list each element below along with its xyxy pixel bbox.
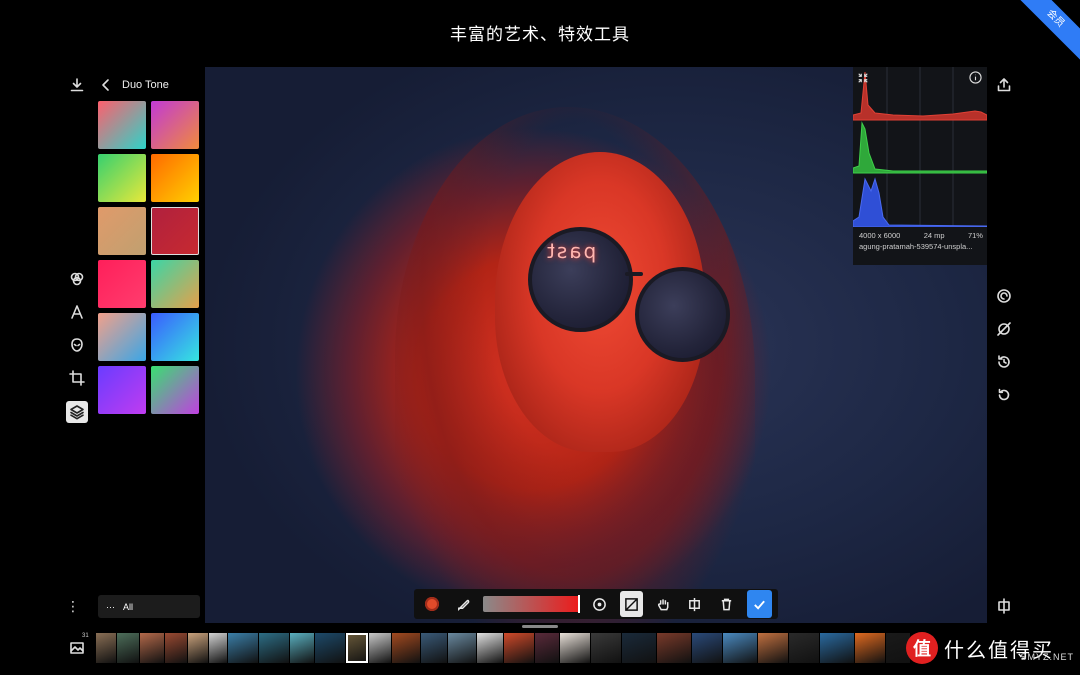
apply-button[interactable] (746, 590, 773, 618)
duotone-swatch[interactable] (151, 154, 199, 202)
filmstrip-thumbnail[interactable] (591, 633, 621, 663)
histogram-panel: 4000 x 6000 24 mp 71% agung-pratamah-539… (853, 67, 987, 265)
right-toolbar (992, 74, 1016, 624)
filmstrip-thumbnail[interactable] (346, 633, 368, 663)
duotone-swatch[interactable] (151, 260, 199, 308)
hand-icon (657, 598, 669, 610)
mask-icon[interactable] (66, 334, 88, 356)
split-icon (689, 597, 701, 611)
gallery-count: 31 (82, 633, 89, 639)
chevron-left-icon[interactable] (98, 74, 114, 96)
crop-icon[interactable] (66, 367, 88, 389)
duotone-swatch[interactable] (151, 366, 199, 414)
invert-mask-button[interactable] (619, 591, 644, 617)
glasses-bridge (625, 272, 643, 276)
watermark-site: SMYZ.NET (1020, 652, 1074, 662)
filmstrip-thumbnail[interactable] (622, 633, 656, 663)
filmstrip-thumbnail[interactable] (188, 633, 208, 663)
undo-icon[interactable] (993, 384, 1015, 406)
filmstrip-thumbnail[interactable] (315, 633, 345, 663)
histogram-meta: 4000 x 6000 24 mp 71% agung-pratamah-539… (859, 230, 983, 252)
target-button[interactable] (588, 591, 612, 617)
filmstrip-thumbnail[interactable] (723, 633, 757, 663)
filmstrip-thumbnail[interactable] (535, 633, 559, 663)
hand-button[interactable] (651, 591, 675, 617)
duotone-swatch[interactable] (98, 154, 146, 202)
duotone-panel: Duo Tone ··· All (98, 74, 202, 624)
swatch-grid (98, 101, 202, 414)
info-icon[interactable] (969, 71, 983, 85)
filmstrip-thumbnail[interactable] (657, 633, 691, 663)
file-name: agung-pratamah-539574-unspla... (859, 242, 973, 251)
histogram-chart (853, 67, 987, 227)
scroll-indicator[interactable] (522, 625, 558, 628)
feather-button[interactable] (452, 591, 476, 617)
filmstrip-thumbnail[interactable] (789, 633, 819, 663)
filmstrip-thumbnail[interactable] (855, 633, 885, 663)
check-icon (753, 600, 765, 610)
shrink-icon[interactable] (857, 71, 871, 85)
mask-toolbar (414, 589, 778, 619)
duotone-swatch[interactable] (151, 101, 199, 149)
neon-reflection: past (545, 239, 597, 263)
duotone-swatch[interactable] (98, 260, 146, 308)
history-icon[interactable] (993, 351, 1015, 373)
delete-button[interactable] (715, 591, 739, 617)
filmstrip-thumbnail[interactable] (96, 633, 116, 663)
brush-settings-icon (424, 597, 439, 611)
image-megapixels: 24 mp (923, 231, 945, 240)
panel-title: Duo Tone (122, 79, 169, 91)
filmstrip-thumbnail[interactable] (392, 633, 420, 663)
filter-label: All (123, 601, 134, 612)
filmstrip-thumbnail[interactable] (369, 633, 391, 663)
filmstrip-thumbnail[interactable] (259, 633, 289, 663)
duotone-swatch[interactable] (98, 207, 146, 255)
filmstrip-thumbnail[interactable] (209, 633, 227, 663)
download-icon[interactable] (66, 74, 88, 96)
duotone-swatch[interactable] (98, 101, 146, 149)
filmstrip-thumbnail[interactable] (421, 633, 447, 663)
text-icon[interactable] (66, 301, 88, 323)
zoom-level: 71% (967, 231, 983, 240)
duotone-swatch[interactable] (98, 366, 146, 414)
filmstrip-thumbnail[interactable] (117, 633, 139, 663)
filmstrip-thumbnail[interactable] (448, 633, 476, 663)
gallery-icon[interactable] (66, 637, 88, 659)
filmstrip-thumbnail[interactable] (560, 633, 590, 663)
filter-all-button[interactable]: ··· All (98, 595, 200, 618)
filmstrip-thumbnail[interactable] (477, 633, 503, 663)
panel-header: Duo Tone (98, 74, 202, 96)
left-toolbar (64, 74, 90, 624)
image-resolution: 4000 x 6000 (859, 231, 901, 240)
target-icon (593, 597, 607, 611)
share-icon[interactable] (993, 74, 1015, 96)
invert-mask-icon (625, 597, 638, 611)
watermark-logo: 值 (906, 632, 938, 664)
slash-circle-icon[interactable] (993, 318, 1015, 340)
page-title: 丰富的艺术、特效工具 (450, 25, 630, 45)
duotone-swatch[interactable] (151, 313, 199, 361)
layers-icon[interactable] (66, 401, 88, 423)
duotone-swatch[interactable] (151, 207, 199, 255)
spiral-icon[interactable] (993, 285, 1015, 307)
filmstrip-thumbnail[interactable] (820, 633, 854, 663)
compare-icon[interactable] (993, 595, 1015, 617)
filmstrip-thumbnail[interactable] (140, 633, 164, 663)
split-button[interactable] (683, 591, 707, 617)
feather-icon (458, 599, 470, 611)
filmstrip-thumbnail[interactable] (228, 633, 258, 663)
filmstrip-thumbnail[interactable] (290, 633, 314, 663)
more-vertical-icon[interactable]: ⋮ (66, 598, 80, 615)
filmstrip-thumbnail[interactable] (165, 633, 187, 663)
more-dots-icon: ··· (106, 601, 115, 612)
color-circles-icon[interactable] (66, 268, 88, 290)
filmstrip-thumbnail[interactable] (504, 633, 534, 663)
right-lens (635, 267, 730, 362)
filmstrip-thumbnail[interactable] (692, 633, 722, 663)
filmstrip-thumbnail[interactable] (758, 633, 788, 663)
trash-icon (721, 598, 732, 610)
brush-settings-button[interactable] (420, 591, 444, 617)
duotone-swatch[interactable] (98, 313, 146, 361)
opacity-slider[interactable] (483, 595, 581, 613)
